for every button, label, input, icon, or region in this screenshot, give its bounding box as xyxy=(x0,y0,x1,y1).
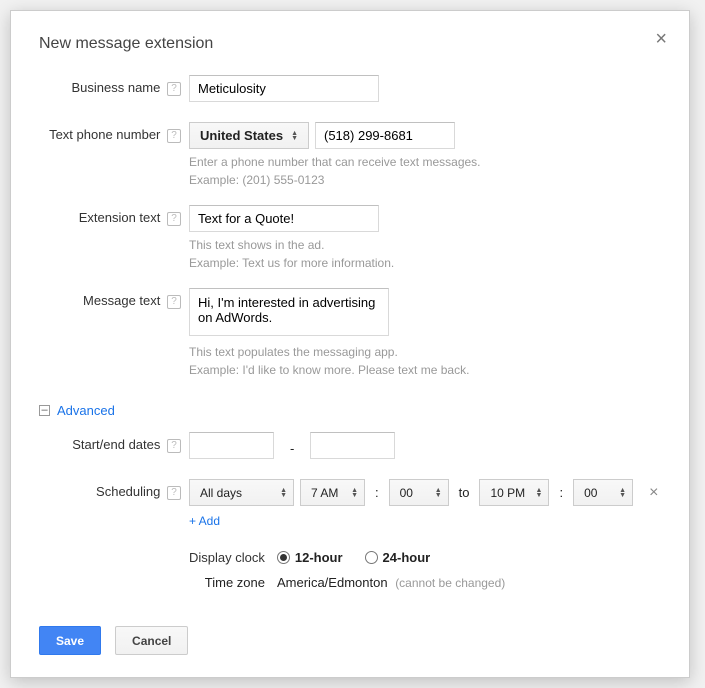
message-text-label: Message text ? xyxy=(39,288,189,309)
help-icon[interactable]: ? xyxy=(167,295,181,309)
help-icon[interactable]: ? xyxy=(167,486,181,500)
help-icon[interactable]: ? xyxy=(167,439,181,453)
timezone-value: America/Edmonton (cannot be changed) xyxy=(277,575,505,590)
collapse-icon[interactable]: – xyxy=(39,405,50,416)
clock-24-radio[interactable] xyxy=(365,551,378,564)
message-text-input[interactable]: Hi, I'm interested in advertising on AdW… xyxy=(189,288,389,336)
chevron-updown-icon: ▲▼ xyxy=(280,488,287,498)
scheduling-label: Scheduling ? xyxy=(39,479,189,500)
chevron-updown-icon: ▲▼ xyxy=(351,488,358,498)
date-separator: - xyxy=(290,436,294,456)
display-clock-label: Display clock xyxy=(189,550,265,565)
cancel-button[interactable]: Cancel xyxy=(115,626,188,655)
chevron-updown-icon: ▲▼ xyxy=(435,488,442,498)
add-schedule-link[interactable]: + Add xyxy=(189,514,661,528)
save-button[interactable]: Save xyxy=(39,626,101,655)
help-icon[interactable]: ? xyxy=(167,129,181,143)
business-name-label: Business name ? xyxy=(39,75,189,96)
extension-text-hint: This text shows in the ad. Example: Text… xyxy=(189,236,661,272)
phone-label: Text phone number ? xyxy=(39,122,189,143)
clock-24-label: 24-hour xyxy=(383,550,431,565)
phone-input[interactable] xyxy=(315,122,455,149)
message-text-hint: This text populates the messaging app. E… xyxy=(189,343,661,379)
to-min-select[interactable]: 00 ▲▼ xyxy=(573,479,633,506)
phone-hint: Enter a phone number that can receive te… xyxy=(189,153,661,189)
chevron-updown-icon: ▲▼ xyxy=(619,488,626,498)
dialog-title: New message extension xyxy=(39,35,661,53)
time-colon: : xyxy=(375,485,379,500)
from-hour-select[interactable]: 7 AM ▲▼ xyxy=(300,479,365,506)
country-select[interactable]: United States ▲▼ xyxy=(189,122,309,149)
extension-text-input[interactable] xyxy=(189,205,379,232)
remove-schedule-icon[interactable]: × xyxy=(649,484,658,502)
close-icon[interactable]: × xyxy=(655,29,667,49)
help-icon[interactable]: ? xyxy=(167,82,181,96)
to-word: to xyxy=(459,485,470,500)
start-date-input[interactable] xyxy=(189,432,274,459)
days-select[interactable]: All days ▲▼ xyxy=(189,479,294,506)
chevron-updown-icon: ▲▼ xyxy=(291,131,298,141)
timezone-label: Time zone xyxy=(189,575,265,590)
clock-12-label: 12-hour xyxy=(295,550,343,565)
end-date-input[interactable] xyxy=(310,432,395,459)
extension-text-label: Extension text ? xyxy=(39,205,189,226)
advanced-toggle[interactable]: Advanced xyxy=(57,403,115,418)
time-colon: : xyxy=(559,485,563,500)
to-hour-select[interactable]: 10 PM ▲▼ xyxy=(479,479,549,506)
from-min-select[interactable]: 00 ▲▼ xyxy=(389,479,449,506)
clock-12-radio[interactable] xyxy=(277,551,290,564)
business-name-input[interactable] xyxy=(189,75,379,102)
dates-label: Start/end dates ? xyxy=(39,432,189,453)
help-icon[interactable]: ? xyxy=(167,212,181,226)
message-extension-dialog: × New message extension Business name ? … xyxy=(10,10,690,678)
chevron-updown-icon: ▲▼ xyxy=(536,488,543,498)
